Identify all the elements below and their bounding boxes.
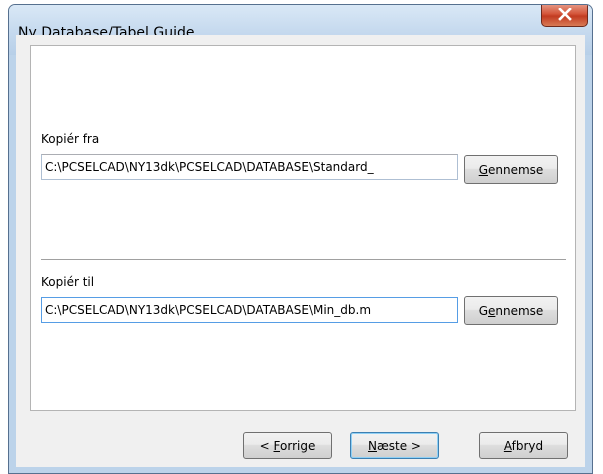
back-button-label: orrige <box>280 439 316 453</box>
close-button[interactable] <box>541 5 588 27</box>
section-divider <box>41 259 566 261</box>
dialog-window: Ny Database/Tabel Guide Kopiér fra C:\PC… <box>8 4 593 474</box>
copy-from-browse-mnemonic: G <box>478 163 488 177</box>
copy-to-browse-pre: G <box>478 304 488 318</box>
copy-from-label: Kopiér fra <box>41 132 100 146</box>
content-panel: Kopiér fra C:\PCSELCAD\NY13dk\PCSELCAD\D… <box>30 45 576 411</box>
close-icon <box>558 8 572 21</box>
copy-from-browse-button[interactable]: Gennemse <box>464 155 558 184</box>
dialog-client-area: Kopiér fra C:\PCSELCAD\NY13dk\PCSELCAD\D… <box>16 35 585 467</box>
copy-from-browse-label: ennemse <box>488 163 544 177</box>
copy-to-browse-button[interactable]: Gennemse <box>464 296 558 325</box>
copy-to-label: Kopiér til <box>41 275 95 289</box>
copy-from-field[interactable]: C:\PCSELCAD\NY13dk\PCSELCAD\DATABASE\Sta… <box>41 154 458 180</box>
next-button-label: æste > <box>376 439 421 453</box>
back-button-pre: < <box>259 439 274 453</box>
cancel-button-label: fbryd <box>511 439 544 453</box>
next-button-mnemonic: N <box>368 439 377 453</box>
next-button[interactable]: Næste > <box>350 432 439 459</box>
copy-to-field[interactable]: C:\PCSELCAD\NY13dk\PCSELCAD\DATABASE\Min… <box>41 297 458 323</box>
cancel-button[interactable]: Afbryd <box>479 432 568 459</box>
copy-to-browse-label: nnemse <box>495 304 544 318</box>
back-button[interactable]: < Forrige <box>243 432 332 459</box>
cancel-button-mnemonic: A <box>503 439 512 453</box>
